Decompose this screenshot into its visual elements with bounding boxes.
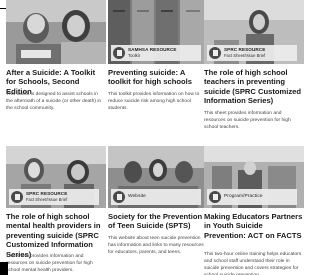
card-description: This toolkit provides information on how…: [108, 92, 200, 111]
students-photo: [6, 0, 106, 64]
resource-badge: SPRC RESOURCE Fact Sheet/Issue Brief: [207, 45, 297, 61]
document-icon: [209, 47, 221, 59]
corner-block: [0, 262, 8, 275]
card-description: This website about teen suicide preventi…: [108, 236, 204, 255]
card-thumbnail[interactable]: SPRC RESOURCE Fact Sheet/Issue Brief: [6, 146, 106, 208]
card-description: This two-hour online training helps educ…: [204, 252, 302, 275]
resource-card[interactable]: SPRC RESOURCE Fact Sheet/Issue Brief The…: [204, 0, 304, 136]
globe-icon: [113, 191, 125, 203]
card-thumbnail[interactable]: Website: [108, 146, 208, 208]
resource-card[interactable]: SAMHSA RESOURCE Toolkit Preventing suici…: [108, 0, 208, 136]
card-description: This toolkit is designed to assist schoo…: [6, 92, 102, 111]
card-title[interactable]: Society for the Prevention of Teen Suici…: [108, 212, 208, 231]
resource-badge: Program/Practice: [207, 189, 297, 205]
card-title[interactable]: The role of high school teachers in prev…: [204, 68, 304, 106]
card-thumbnail[interactable]: Program/Practice: [204, 146, 304, 208]
badge-kind: Website: [128, 193, 146, 199]
resource-grid: After a Suicide: A Toolkit for Schools, …: [0, 0, 304, 275]
badge-kind: SPRC RESOURCE: [224, 47, 266, 53]
resource-card[interactable]: Program/Practice Making Educators Partne…: [204, 146, 304, 275]
resource-badge: SPRC RESOURCE Fact Sheet/Issue Brief: [9, 189, 99, 205]
badge-kind: SPRC RESOURCE: [26, 191, 68, 197]
badge-subtype: Fact Sheet/Issue Brief: [26, 196, 68, 202]
toolkit-icon: [113, 47, 125, 59]
card-thumbnail[interactable]: SAMHSA RESOURCE Toolkit: [108, 0, 208, 64]
card-description: This sheet provides information and reso…: [204, 111, 291, 130]
resource-badge: SAMHSA RESOURCE Toolkit: [111, 45, 201, 61]
resource-card[interactable]: After a Suicide: A Toolkit for Schools, …: [6, 0, 106, 136]
card-title[interactable]: The role of high school mental health pr…: [6, 212, 106, 259]
card-thumbnail[interactable]: SPRC RESOURCE Fact Sheet/Issue Brief: [204, 0, 304, 64]
card-title[interactable]: Making Educators Partners in Youth Suici…: [204, 212, 304, 240]
resource-card[interactable]: SPRC RESOURCE Fact Sheet/Issue Brief The…: [6, 146, 106, 275]
program-icon: [209, 191, 221, 203]
badge-subtype: Fact Sheet/Issue Brief: [224, 52, 266, 58]
badge-subtype: Toolkit: [128, 52, 140, 58]
card-title[interactable]: Preventing suicide: A toolkit for high s…: [108, 68, 208, 87]
badge-kind: SAMHSA RESOURCE: [128, 47, 177, 53]
card-description: This sheet provides information and reso…: [6, 254, 93, 273]
card-thumbnail[interactable]: [6, 0, 106, 64]
resource-badge: Website: [111, 189, 201, 205]
resource-card[interactable]: Website Society for the Prevention of Te…: [108, 146, 208, 275]
document-icon: [11, 191, 23, 203]
badge-kind: Program/Practice: [224, 193, 263, 199]
